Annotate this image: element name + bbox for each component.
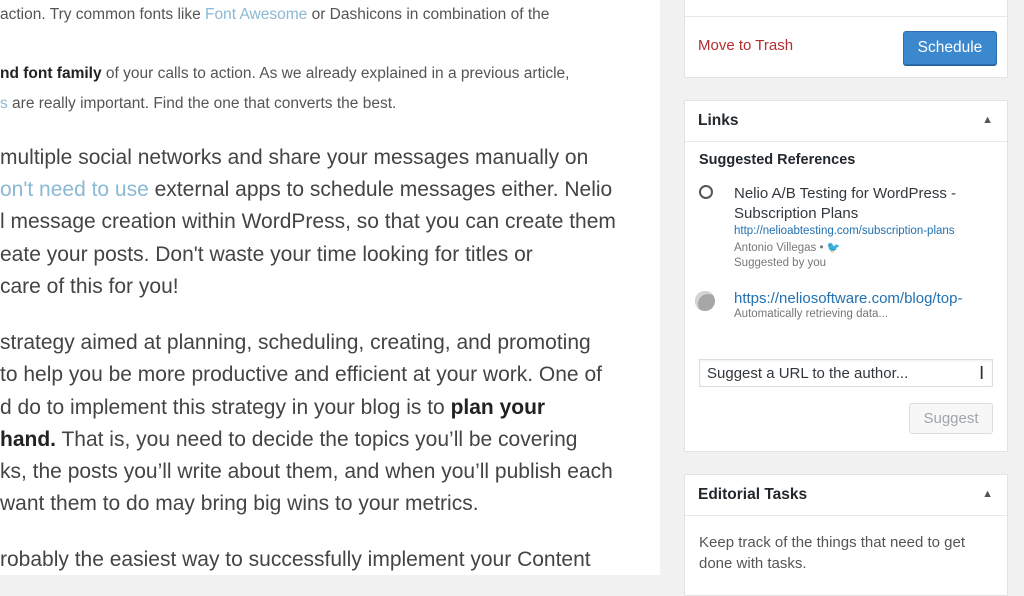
text: or Dashicons in combination of the [307,6,550,23]
reference-url-link[interactable]: https://neliosoftware.com/blog/top- [734,289,1004,309]
editor-line: on't need to use external apps to schedu… [0,174,612,206]
reference-status: Automatically retrieving data... [734,308,889,320]
bold-text: hand. [0,428,56,451]
editor-line: hand. That is, you need to decide the to… [0,424,577,456]
editor-line: robably the easiest way to successfully … [0,548,591,571]
post-editor[interactable]: action. Try common fonts like Font Aweso… [0,0,661,575]
text-cursor-icon: I [979,363,985,384]
editor-line: strategy aimed at planning, scheduling, … [0,331,591,354]
loading-spinner-icon [695,291,715,311]
sidebar: Move to Trash Schedule Links ▲ Suggested… [660,0,1024,596]
links-box: Links ▲ Suggested References Nelio A/B T… [684,100,1008,452]
tasks-description: Keep track of the things that need to ge… [699,534,966,572]
reference-author: Antonio Villegas • 🐦 [734,241,840,254]
editor-line: eate your posts. Don't waste your time l… [0,243,533,266]
move-to-trash-link[interactable]: Move to Trash [698,37,793,54]
editor-line: action. Try common fonts like Font Aweso… [0,0,549,29]
links-box-header[interactable]: Links ▲ [685,101,1007,142]
editor-line: to help you be more productive and effic… [0,363,602,386]
reference-url-link[interactable]: http://nelioabtesting.com/subscription-p… [734,225,989,237]
tasks-box-header[interactable]: Editorial Tasks ▲ [685,475,1007,516]
reference-radio[interactable] [699,185,713,199]
tasks-box-title: Editorial Tasks [698,486,808,503]
text: of your calls to action. As we already e… [101,65,570,82]
text: external apps to schedule messages eithe… [148,178,613,201]
suggest-button[interactable]: Suggest [909,403,993,434]
editor-line: s are really important. Find the one tha… [0,89,396,118]
editor-line: want them to do may bring big wins to yo… [0,492,479,515]
editor-line: l message creation within WordPress, so … [0,210,616,233]
bold-text: nd font family [0,65,102,82]
suggested-references-heading: Suggested References [699,152,856,168]
text: are really important. Find the one that … [7,95,397,112]
editorial-tasks-box: Editorial Tasks ▲ Keep track of the thin… [684,474,1008,596]
reference-title: Nelio A/B Testing for WordPress - Subscr… [734,185,957,222]
publish-box: Move to Trash Schedule [684,0,1008,78]
twitter-icon[interactable]: 🐦 [827,242,841,254]
collapse-arrow-icon[interactable]: ▲ [982,114,993,126]
editor-line: nd font family of your calls to action. … [0,59,569,88]
editor-line: multiple social networks and share your … [0,146,589,169]
suggest-url-input[interactable] [699,359,993,387]
editor-line: ks, the posts you’ll write about them, a… [0,460,613,483]
inline-link[interactable]: on't need to use [0,178,149,201]
editor-line: d do to implement this strategy in your … [0,392,545,424]
inline-link[interactable]: s [0,95,8,112]
publish-box-top [685,0,1007,17]
bold-text: plan your [450,396,546,419]
author-name: Antonio Villegas • [734,242,827,254]
font-awesome-link[interactable]: Font Awesome [205,6,307,23]
links-box-title: Links [698,112,739,129]
schedule-button[interactable]: Schedule [903,31,997,65]
reference-suggested-by: Suggested by you [734,257,827,269]
text: That is, you need to decide the topics y… [56,428,578,451]
text: d do to implement this strategy in your … [0,396,451,419]
text: action. Try common fonts like [0,6,206,23]
editor-line: care of this for you! [0,275,179,298]
collapse-arrow-icon[interactable]: ▲ [982,488,993,500]
